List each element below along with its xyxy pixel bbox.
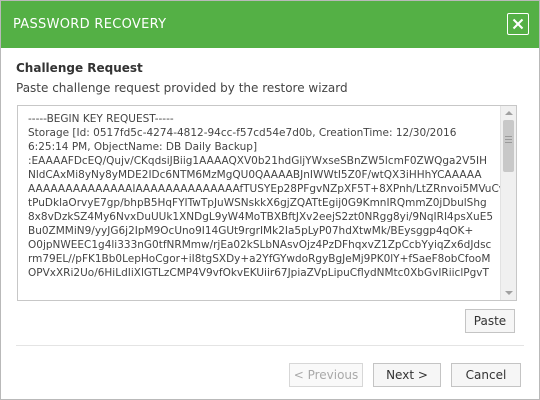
scroll-down-button[interactable] xyxy=(501,286,516,300)
chevron-down-icon xyxy=(504,291,513,295)
footer-divider xyxy=(16,345,524,346)
previous-button[interactable]: < Previous xyxy=(289,363,363,387)
paste-button[interactable]: Paste xyxy=(465,309,515,333)
cancel-button[interactable]: Cancel xyxy=(451,363,521,387)
password-recovery-dialog: PASSWORD RECOVERY Challenge Request Past… xyxy=(0,0,540,400)
close-button[interactable] xyxy=(507,13,529,35)
dialog-title: PASSWORD RECOVERY xyxy=(13,17,167,32)
scrollbar-grip-icon xyxy=(505,136,512,144)
section-description: Paste challenge request provided by the … xyxy=(16,81,348,95)
challenge-request-text[interactable]: -----BEGIN KEY REQUEST----- Storage [Id:… xyxy=(28,112,502,298)
chevron-up-icon xyxy=(504,111,513,115)
next-button[interactable]: Next > xyxy=(373,363,441,387)
scroll-up-button[interactable] xyxy=(501,106,516,120)
title-bar: PASSWORD RECOVERY xyxy=(1,1,539,48)
close-icon xyxy=(512,18,524,30)
challenge-request-textarea[interactable]: -----BEGIN KEY REQUEST----- Storage [Id:… xyxy=(17,105,517,301)
section-title: Challenge Request xyxy=(16,61,143,75)
vertical-scrollbar[interactable] xyxy=(500,106,516,300)
scrollbar-thumb[interactable] xyxy=(503,120,514,172)
